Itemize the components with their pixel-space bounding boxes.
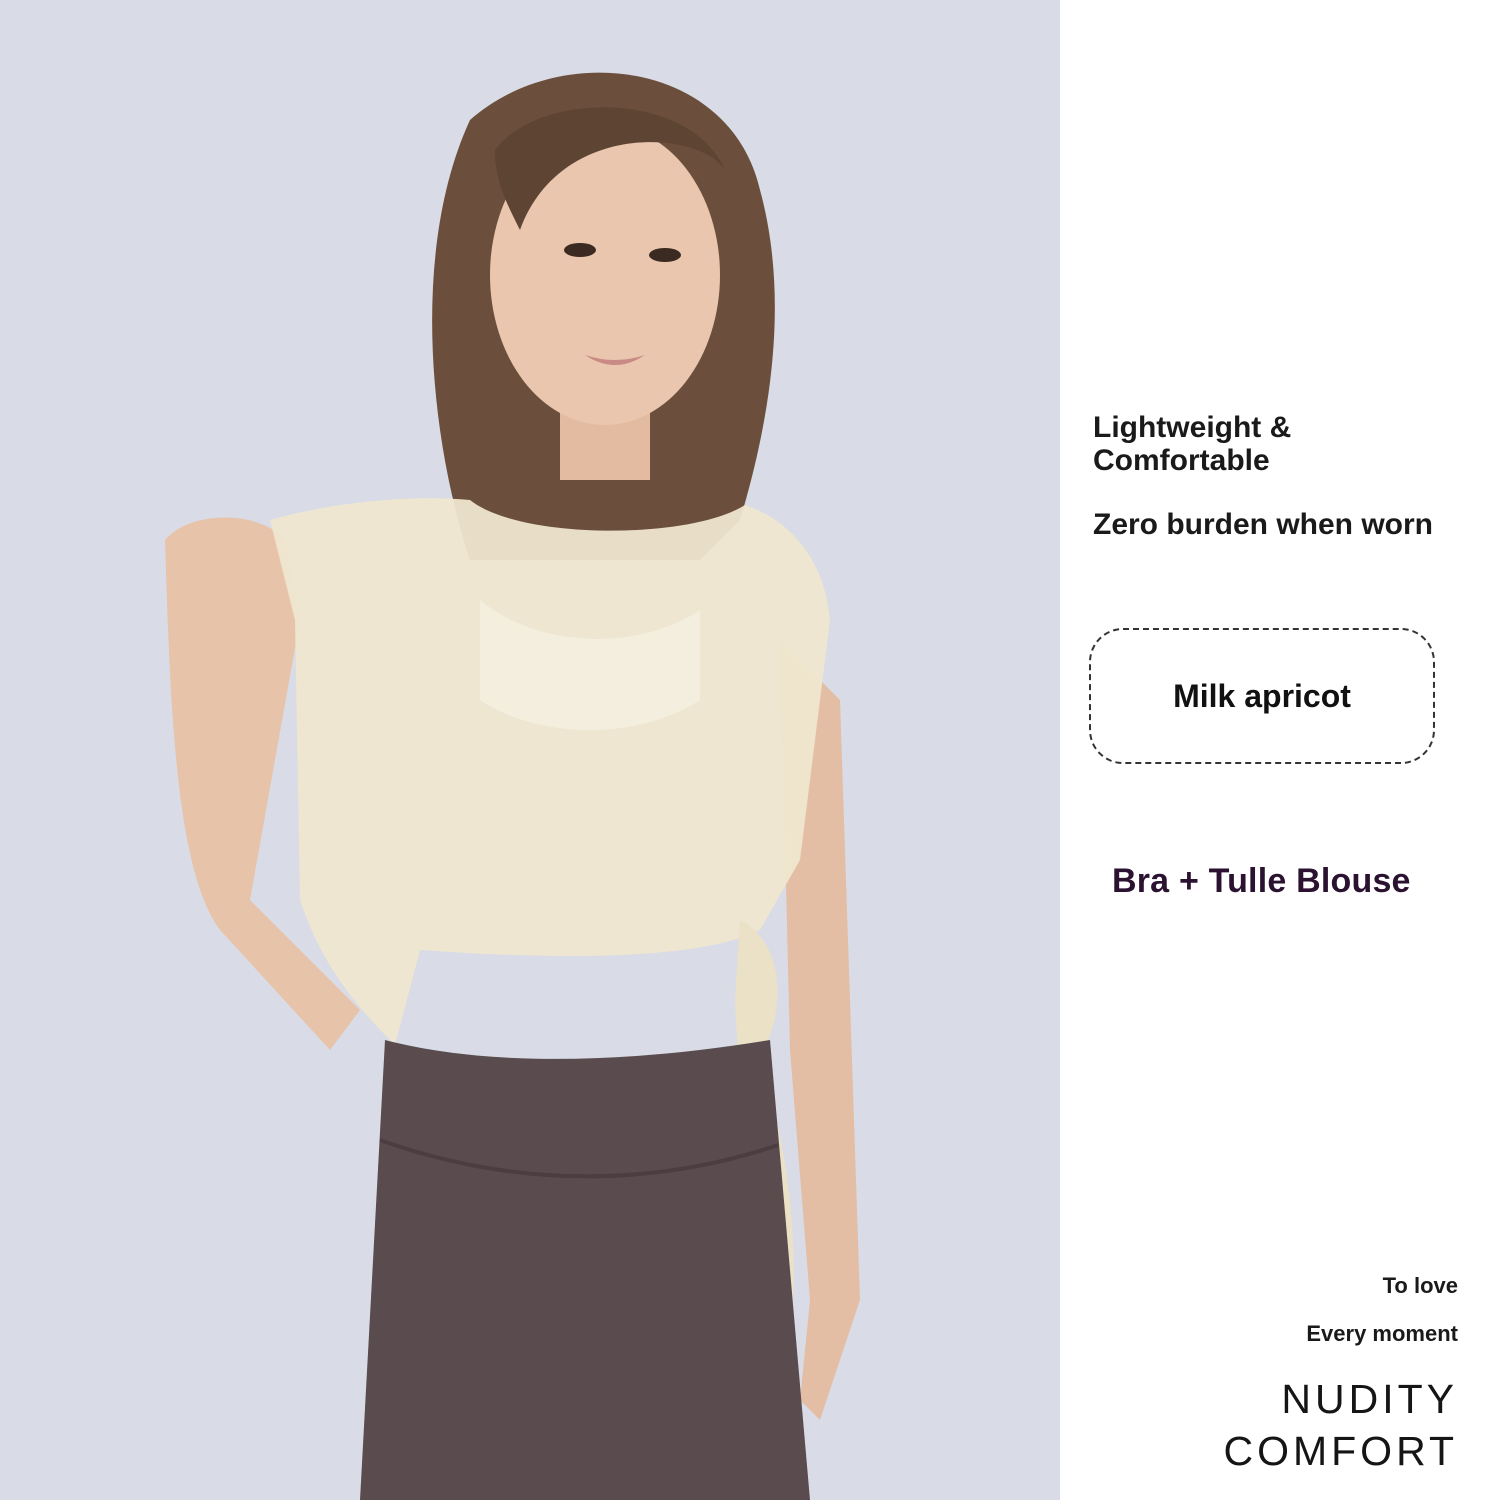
slogan-line-1: To love [1382,1273,1458,1298]
color-option-tag[interactable]: Milk apricot [1089,628,1435,764]
leggings-shape [360,1040,810,1500]
model-illustration [165,72,860,1500]
brand-line-2: COMFORT [1223,1428,1458,1474]
feature-zero-burden: Zero burden when worn [1093,508,1434,541]
color-name-label: Milk apricot [1173,677,1351,714]
right-eye [649,248,681,262]
brand-line-1: NUDITY [1281,1376,1458,1422]
slogan-line-2: Every moment [1306,1321,1458,1346]
set-description: Bra + Tulle Blouse [1112,862,1411,900]
left-eye [564,243,596,257]
product-photo [0,0,1060,1500]
feature-lightweight: Lightweight & Comfortable [1093,411,1292,477]
